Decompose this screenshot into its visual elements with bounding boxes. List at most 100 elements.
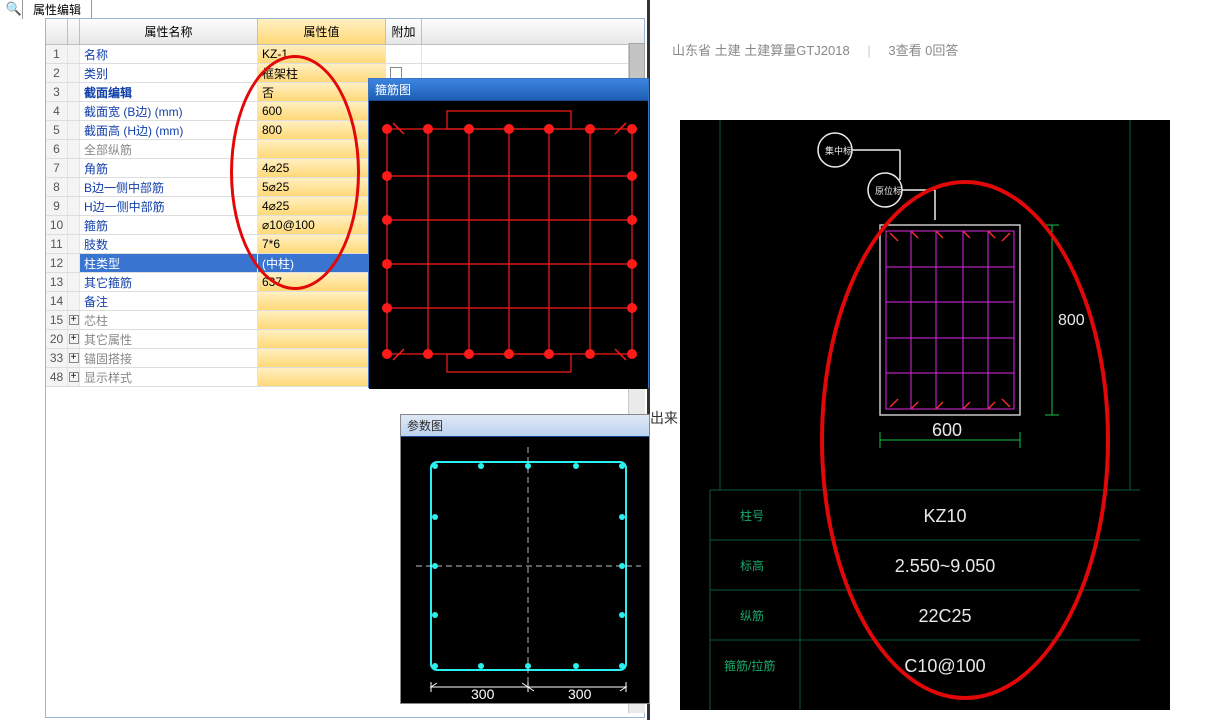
col-expand-header [68,19,80,44]
prop-value[interactable]: 否 [258,83,386,101]
row-number: 7 [46,159,68,177]
stirrup-canvas [369,101,648,389]
prop-value[interactable] [258,292,386,310]
expand-cell [68,121,80,139]
row-number: 8 [46,178,68,196]
col-value-header: 属性值 [258,19,386,44]
svg-text:600: 600 [932,420,962,440]
prop-value[interactable]: 637 [258,273,386,291]
prop-name: B边一侧中部筋 [80,178,258,196]
row-number: 48 [46,368,68,386]
svg-text:C10@100: C10@100 [904,656,985,676]
prop-value[interactable]: 7*6 [258,235,386,253]
prop-name: 其它箍筋 [80,273,258,291]
stirrup-diagram-title: 箍筋图 [369,79,648,101]
prop-value[interactable]: 4⌀25 [258,197,386,215]
property-row[interactable]: 1 名称KZ-1 [46,45,644,64]
prop-name: 锚固搭接 [80,349,258,367]
row-number: 5 [46,121,68,139]
svg-text:300: 300 [471,686,495,702]
prop-name: 截面编辑 [80,83,258,101]
expand-icon[interactable]: + [69,353,79,363]
row-number: 14 [46,292,68,310]
prop-name: 芯柱 [80,311,258,329]
expand-cell[interactable]: + [68,349,80,367]
prop-value[interactable]: KZ-1 [258,45,386,63]
prop-value[interactable]: 框架柱 [258,64,386,82]
row-number: 4 [46,102,68,120]
prop-value[interactable] [258,368,386,386]
col-name-header: 属性名称 [80,19,258,44]
expand-cell [68,159,80,177]
expand-cell[interactable]: + [68,330,80,348]
expand-icon[interactable]: + [69,372,79,382]
row-number: 13 [46,273,68,291]
prop-name: H边一侧中部筋 [80,197,258,215]
prop-name: 全部纵筋 [80,140,258,158]
expand-cell[interactable]: + [68,311,80,329]
expand-cell [68,292,80,310]
row-number: 10 [46,216,68,234]
tab-properties[interactable]: 属性编辑 [22,0,92,19]
expand-icon[interactable]: + [69,315,79,325]
prop-name: 角筋 [80,159,258,177]
prop-name: 肢数 [80,235,258,253]
prop-value[interactable] [258,311,386,329]
row-number: 11 [46,235,68,253]
prop-name: 备注 [80,292,258,310]
svg-text:纵筋: 纵筋 [740,608,764,623]
svg-text:标高: 标高 [740,558,764,573]
col-number-header [46,19,68,44]
breadcrumb[interactable]: 山东省 土建 土建算量GTJ2018 [672,43,850,58]
prop-value[interactable] [258,330,386,348]
param-diagram-title: 参数图 [401,415,649,437]
expand-cell [68,254,80,272]
extra-cell [386,45,422,63]
prop-value[interactable]: 5⌀25 [258,178,386,196]
expand-cell [68,178,80,196]
svg-text:300: 300 [568,686,592,702]
row-number: 33 [46,349,68,367]
prop-value[interactable]: ⌀10@100 [258,216,386,234]
expand-icon[interactable]: + [69,334,79,344]
svg-text:集中标: 集中标 [825,145,852,156]
param-canvas: 300 300 [401,437,649,703]
expand-cell [68,235,80,253]
view-stats: 3查看 0回答 [888,43,958,58]
prop-value[interactable]: 800 [258,121,386,139]
expand-cell [68,45,80,63]
row-number: 15 [46,311,68,329]
stirrup-diagram-window[interactable]: 箍筋图 [368,78,649,388]
prop-value[interactable] [258,349,386,367]
svg-text:KZ10: KZ10 [923,506,966,526]
prop-name: 截面高 (H边) (mm) [80,121,258,139]
svg-text:柱号: 柱号 [740,508,764,523]
row-number: 12 [46,254,68,272]
expand-cell [68,216,80,234]
prop-value[interactable]: (中柱) [258,254,386,272]
cad-image: 集中标 原位标 [680,120,1170,710]
prop-value[interactable]: 600 [258,102,386,120]
col-extra-header: 附加 [386,19,422,44]
prop-name: 箍筋 [80,216,258,234]
row-number: 1 [46,45,68,63]
clipped-text: 出来 [650,408,678,428]
param-diagram-window[interactable]: 参数图 [400,414,650,704]
row-number: 9 [46,197,68,215]
search-icon[interactable]: 🔍 [6,1,22,17]
prop-value[interactable] [258,140,386,158]
prop-name: 名称 [80,45,258,63]
expand-cell[interactable]: + [68,368,80,386]
expand-cell [68,83,80,101]
expand-cell [68,197,80,215]
breadcrumb-area: 山东省 土建 土建算量GTJ2018 | 3查看 0回答 [672,40,958,59]
prop-name: 其它属性 [80,330,258,348]
svg-text:2.550~9.050: 2.550~9.050 [895,556,996,576]
svg-text:箍筋/拉筋: 箍筋/拉筋 [724,658,775,673]
prop-value[interactable]: 4⌀25 [258,159,386,177]
svg-text:800: 800 [1058,312,1085,329]
row-number: 2 [46,64,68,82]
expand-cell [68,273,80,291]
prop-name: 显示样式 [80,368,258,386]
expand-cell [68,64,80,82]
